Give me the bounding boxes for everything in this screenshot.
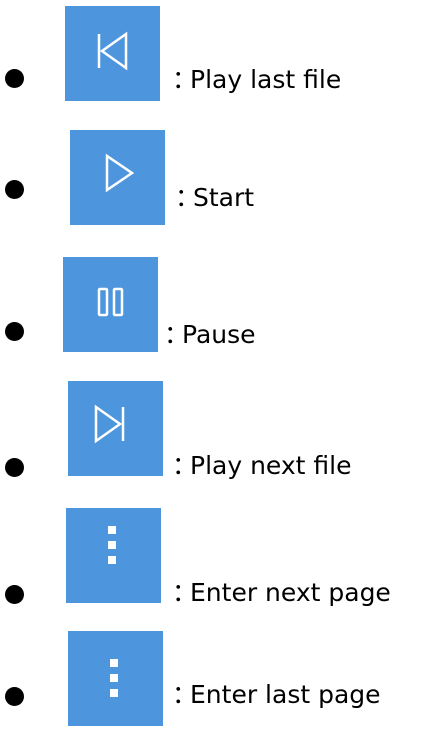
bullet (5, 69, 24, 88)
item-label: ：Pause (164, 320, 256, 350)
label-text: Enter next page (190, 578, 391, 607)
label-text: Start (193, 183, 255, 212)
separator: ： (164, 320, 190, 349)
separator: ： (172, 451, 198, 480)
next-button[interactable] (68, 381, 163, 476)
bullet (5, 322, 24, 341)
separator: ： (172, 680, 198, 709)
separator: ： (172, 578, 198, 607)
item-label: ：Enter next page (172, 578, 391, 608)
label-text: Pause (182, 320, 256, 349)
item-label: ：Start (175, 183, 254, 213)
bullet (5, 687, 24, 706)
start-button[interactable] (70, 130, 165, 225)
label-text: Enter last page (190, 680, 381, 709)
label-text: Play next file (190, 451, 352, 480)
bullet (5, 585, 24, 604)
next-page-button[interactable] (66, 508, 161, 603)
separator: ： (175, 183, 201, 212)
item-label: ：Enter last page (172, 680, 381, 710)
separator: ： (172, 65, 198, 94)
bullet (5, 180, 24, 199)
item-label: ：Play last file (172, 65, 341, 95)
pause-button[interactable] (63, 257, 158, 352)
previous-button[interactable] (65, 6, 160, 101)
item-label: ：Play next file (172, 451, 352, 481)
last-page-button[interactable] (68, 631, 163, 726)
bullet (5, 458, 24, 477)
label-text: Play last file (190, 65, 342, 94)
